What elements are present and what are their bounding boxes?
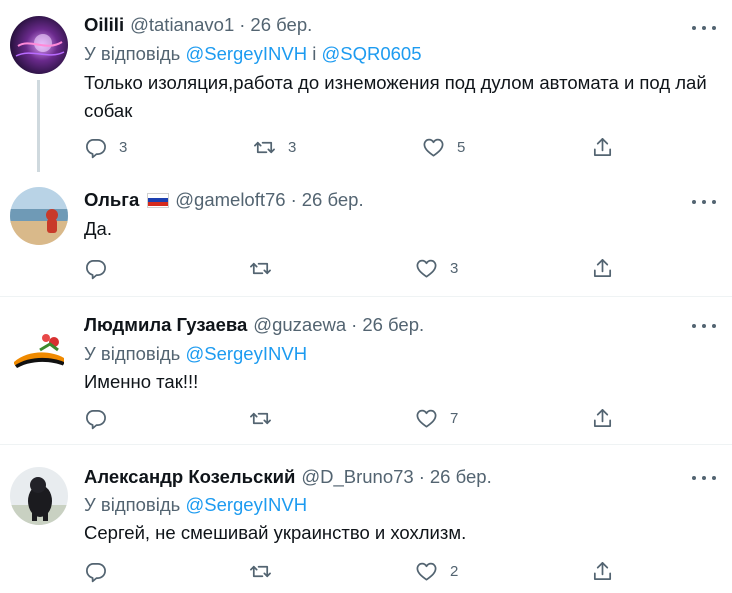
reply-mention[interactable]: @SergeyINVH — [185, 43, 307, 64]
reply-to: У відповідь @SergeyINVH — [84, 494, 307, 516]
author-name[interactable]: Oilili — [84, 14, 124, 36]
author-handle[interactable]: @tatianavo1 — [130, 14, 234, 36]
tweet-text: Да. — [84, 218, 112, 239]
reply-icon — [86, 259, 106, 280]
retweet-icon — [250, 262, 271, 275]
avatar[interactable] — [10, 320, 68, 378]
reply-mention[interactable]: @SergeyINVH — [185, 343, 307, 364]
tweet-text: Сергей, не смешивай украинство и хохлизм… — [84, 522, 467, 543]
reply-to: У відповідь @SergeyINVH — [84, 343, 307, 365]
like-button[interactable]: 7 — [415, 407, 458, 430]
reply-prefix: У відповідь — [84, 494, 181, 515]
retweet-button[interactable] — [249, 407, 284, 430]
author-handle[interactable]: @guzaewa — [253, 314, 346, 336]
like-icon — [416, 259, 437, 278]
separator-dot: · — [239, 14, 246, 35]
like-button[interactable]: 5 — [422, 136, 465, 159]
tweet-header: Александр Козельский @D_Bruno73 · 26 бер… — [84, 465, 492, 489]
avatar[interactable] — [10, 467, 68, 525]
like-count: 3 — [450, 260, 459, 277]
more-icon[interactable] — [692, 23, 716, 33]
retweet-icon — [250, 412, 271, 425]
reply-joiner: і — [312, 43, 317, 64]
share-button[interactable] — [591, 257, 614, 280]
tweet-date[interactable]: 26 бер. — [430, 466, 492, 488]
author-name[interactable]: Ольга — [84, 189, 139, 211]
author-name[interactable]: Александр Козельский — [84, 466, 295, 488]
reply-count: 3 — [119, 139, 128, 156]
retweet-icon — [250, 565, 271, 578]
reply-to: У відповідь @SergeyINVH і @SQR0605 — [84, 43, 422, 65]
share-icon — [593, 138, 612, 157]
like-icon — [423, 138, 444, 157]
separator-dot: · — [290, 189, 297, 210]
tweet-date[interactable]: 26 бер. — [362, 314, 424, 336]
more-icon[interactable] — [692, 473, 716, 483]
share-icon — [593, 259, 612, 278]
retweet-button[interactable]: 3 — [253, 136, 296, 159]
tweet[interactable]: Людмила Гузаева @guzaewa · 26 бер. У від… — [0, 297, 732, 444]
tweet[interactable]: Ольга @gameloft76 · 26 бер. Да. 3 — [0, 175, 732, 296]
share-button[interactable] — [591, 560, 614, 583]
thread-line — [37, 80, 40, 172]
reply-icon — [86, 409, 106, 430]
reply-icon — [86, 138, 106, 159]
tweet-date[interactable]: 26 бер. — [250, 14, 312, 36]
reply-mention[interactable]: @SergeyINVH — [185, 494, 307, 515]
like-button[interactable]: 3 — [415, 257, 458, 280]
like-count: 2 — [450, 563, 459, 580]
author-handle[interactable]: @D_Bruno73 — [301, 466, 413, 488]
like-icon — [416, 409, 437, 428]
share-button[interactable] — [591, 136, 614, 159]
like-count: 7 — [450, 410, 459, 427]
retweet-count: 3 — [288, 139, 297, 156]
avatar[interactable] — [10, 187, 68, 245]
retweet-button[interactable] — [249, 257, 284, 280]
retweet-icon — [254, 141, 275, 154]
more-icon[interactable] — [692, 321, 716, 331]
reply-button[interactable]: 3 — [84, 136, 127, 159]
avatar[interactable] — [10, 16, 68, 74]
reply-prefix: У відповідь — [84, 343, 181, 364]
reply-prefix: У відповідь — [84, 43, 181, 64]
author-handle[interactable]: @gameloft76 — [175, 189, 285, 211]
reply-mention[interactable]: @SQR0605 — [321, 43, 421, 64]
tweet-header: Oilili @tatianavo1 · 26 бер. — [84, 13, 312, 37]
reply-button[interactable] — [84, 257, 119, 280]
reply-button[interactable] — [84, 560, 119, 583]
russian-flag-icon — [147, 192, 170, 208]
like-button[interactable]: 2 — [415, 560, 458, 583]
tweet-date[interactable]: 26 бер. — [302, 189, 364, 211]
reply-icon — [86, 562, 106, 583]
more-icon[interactable] — [692, 197, 716, 207]
tweet-header: Людмила Гузаева @guzaewa · 26 бер. — [84, 313, 424, 337]
tweet-text: Только изоляция,работа до изнеможения по… — [84, 72, 707, 121]
like-icon — [416, 562, 437, 581]
reply-button[interactable] — [84, 407, 119, 430]
separator-dot: · — [418, 466, 425, 487]
retweet-button[interactable] — [249, 560, 284, 583]
tweet[interactable]: Oilili @tatianavo1 · 26 бер. У відповідь… — [0, 0, 732, 175]
author-name[interactable]: Людмила Гузаева — [84, 314, 247, 336]
tweet-text: Именно так!!! — [84, 371, 199, 392]
tweet[interactable]: Александр Козельский @D_Bruno73 · 26 бер… — [0, 445, 732, 593]
separator-dot: · — [351, 314, 358, 335]
share-icon — [593, 562, 612, 581]
share-button[interactable] — [591, 407, 614, 430]
tweet-header: Ольга @gameloft76 · 26 бер. — [84, 188, 364, 212]
share-icon — [593, 409, 612, 428]
like-count: 5 — [457, 139, 466, 156]
